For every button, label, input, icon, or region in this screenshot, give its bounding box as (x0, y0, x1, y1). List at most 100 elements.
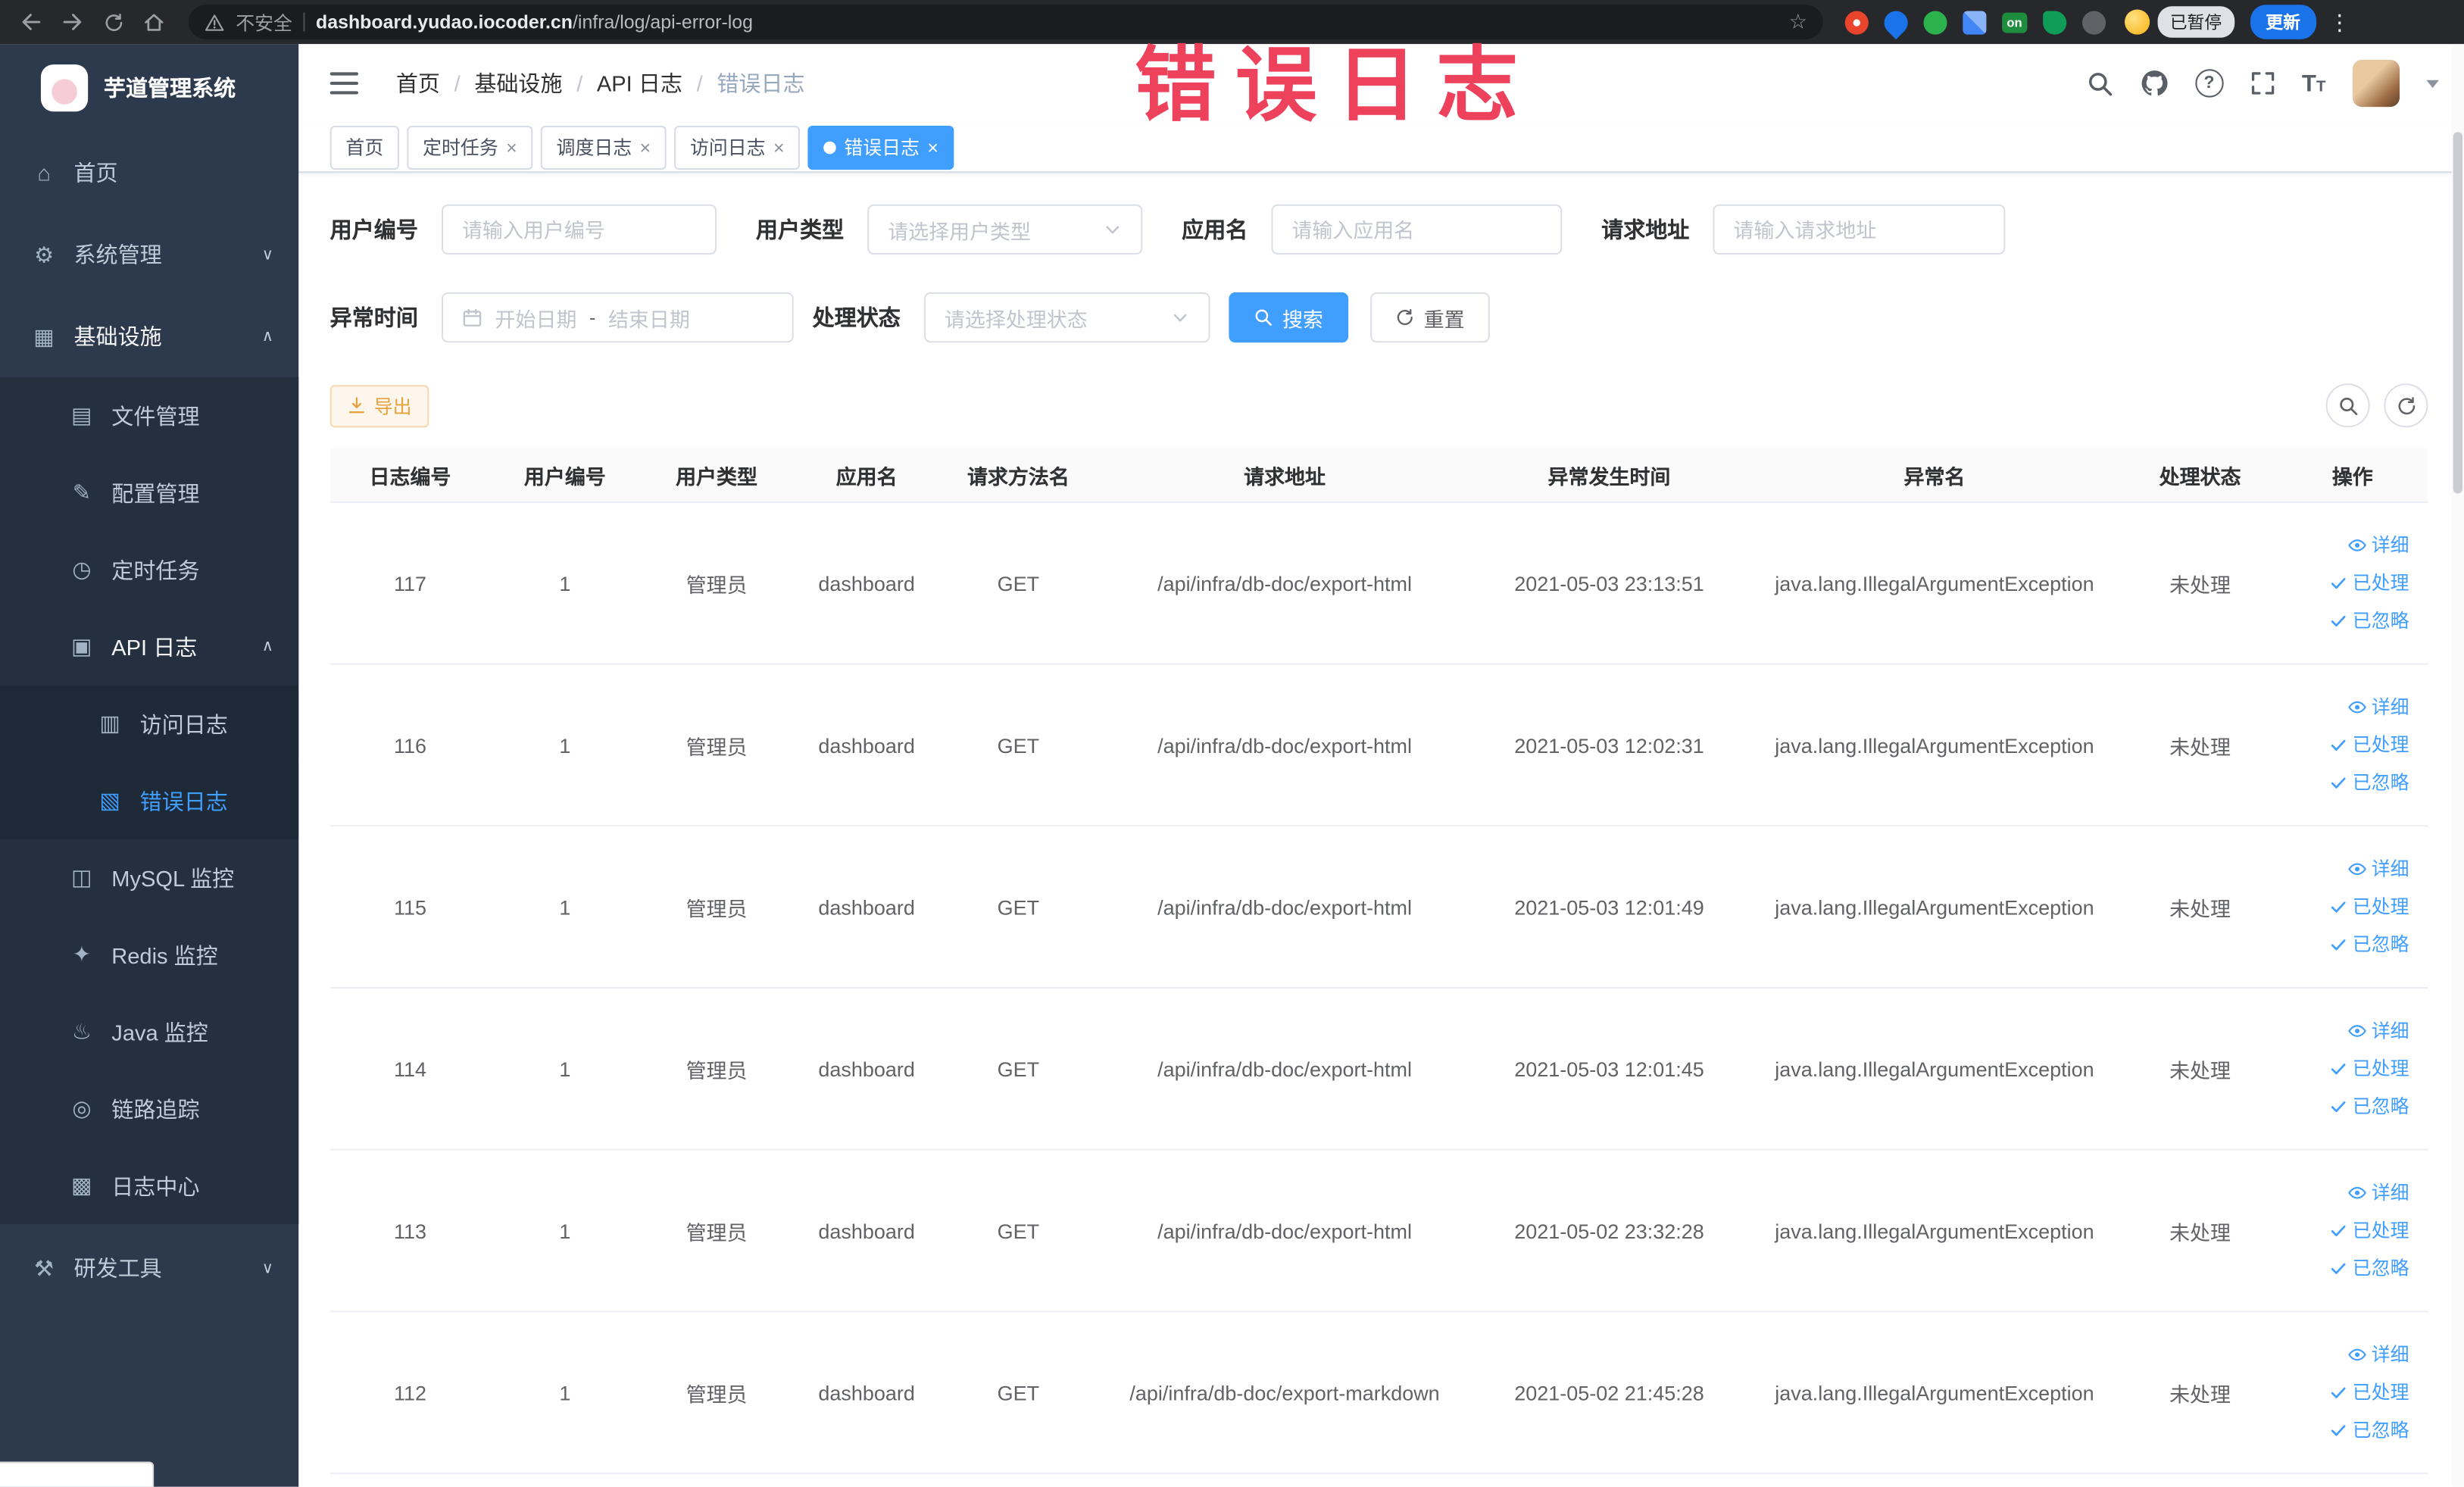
detail-link[interactable]: 详细 (2348, 851, 2409, 886)
process-status-select[interactable]: 请选择处理状态 (923, 292, 1210, 343)
exception-time-label: 异常时间 (329, 305, 418, 330)
user-id-input[interactable] (441, 204, 717, 255)
toggle-search-button[interactable] (2325, 383, 2370, 428)
user-type-select[interactable]: 请选择用户类型 (867, 204, 1143, 255)
tab-scheduled-tasks[interactable]: 定时任务 × (407, 124, 533, 170)
ignored-link[interactable]: 已忽略 (2329, 604, 2409, 639)
sidebar-item-redis-monitor[interactable]: ✦ Redis 监控 (0, 916, 299, 994)
refresh-button[interactable] (2384, 383, 2428, 428)
request-url-input[interactable] (1713, 204, 2006, 255)
extension-icon[interactable] (1923, 10, 1947, 34)
processed-link[interactable]: 已处理 (2329, 728, 2409, 763)
breadcrumb-separator: / (454, 70, 461, 96)
scrollbar-thumb[interactable] (2453, 132, 2463, 494)
caret-down-icon[interactable] (2426, 79, 2439, 88)
processed-link[interactable]: 已处理 (2329, 1214, 2409, 1248)
hamburger-icon[interactable] (329, 72, 359, 95)
search-icon[interactable] (2087, 70, 2113, 96)
tab-home[interactable]: 首页 (329, 124, 400, 170)
eye-icon (2348, 1183, 2367, 1202)
breadcrumb-home[interactable]: 首页 (396, 67, 440, 98)
font-size-icon[interactable]: TT (2302, 71, 2326, 95)
sidebar-item-infrastructure[interactable]: ▦ 基础设施 ∧ (0, 295, 298, 377)
date-range-picker[interactable]: 开始日期 - 结束日期 (441, 292, 794, 343)
page-scrollbar[interactable] (2451, 44, 2464, 1487)
address-bar[interactable]: 不安全 dashboard.yudao.iocoder.cn/infra/log… (188, 5, 1823, 39)
forward-button[interactable] (54, 3, 92, 41)
processed-link[interactable]: 已处理 (2329, 889, 2409, 924)
chevron-up-icon: ∧ (261, 327, 273, 345)
export-button[interactable]: 导出 (329, 384, 429, 427)
sidebar-item-config-management[interactable]: ✎ 配置管理 (0, 454, 299, 532)
breadcrumb-infrastructure[interactable]: 基础设施 (474, 67, 562, 98)
sidebar-item-api-log[interactable]: ▣ API 日志 ∧ (0, 608, 299, 686)
ignored-link[interactable]: 已忽略 (2329, 1413, 2409, 1448)
back-button[interactable] (13, 3, 51, 41)
processed-link[interactable]: 已处理 (2329, 566, 2409, 601)
browser-menu-icon[interactable]: ⋮ (2328, 8, 2350, 35)
app-logo[interactable]: 芋道管理系统 (0, 44, 298, 132)
check-icon (2329, 736, 2348, 754)
app-name-input[interactable] (1271, 204, 1563, 255)
tab-access-log[interactable]: 访问日志 × (674, 124, 801, 170)
extension-icon[interactable] (1879, 5, 1913, 39)
breadcrumb-api-log[interactable]: API 日志 (597, 67, 682, 98)
close-icon[interactable]: × (640, 136, 651, 158)
detail-link[interactable]: 详细 (2348, 1014, 2409, 1048)
java-icon: ♨ (71, 1018, 92, 1044)
avatar[interactable] (2352, 59, 2400, 108)
extension-icon[interactable] (1963, 10, 1987, 34)
detail-link[interactable]: 详细 (2348, 528, 2409, 563)
sidebar-item-link-tracing[interactable]: ◎ 链路追踪 (0, 1070, 299, 1148)
chevron-down-icon (1171, 308, 1190, 327)
table-row: 117 1 管理员 dashboard GET /api/infra/db-do… (329, 503, 2428, 665)
github-icon[interactable] (2140, 69, 2168, 97)
reload-button[interactable] (94, 3, 132, 41)
reset-button[interactable]: 重置 (1370, 292, 1490, 343)
processed-link[interactable]: 已处理 (2329, 1051, 2409, 1086)
search-button[interactable]: 搜索 (1229, 292, 1349, 343)
help-icon[interactable]: ? (2194, 69, 2224, 98)
fullscreen-icon[interactable] (2250, 70, 2275, 95)
access-log-icon: ▥ (99, 710, 120, 736)
sidebar-item-home[interactable]: ⌂ 首页 (0, 132, 298, 214)
check-icon (2329, 573, 2348, 592)
extension-icon[interactable] (1844, 10, 1869, 34)
extension-icon[interactable] (2042, 10, 2066, 34)
api-log-icon: ▣ (71, 633, 92, 659)
tab-error-log[interactable]: 错误日志 × (807, 124, 954, 170)
download-icon (348, 396, 367, 415)
sidebar-item-mysql-monitor[interactable]: ◫ MySQL 监控 (0, 839, 299, 917)
close-icon[interactable]: × (506, 136, 517, 158)
sidebar-item-log-center[interactable]: ▩ 日志中心 (0, 1147, 299, 1225)
sidebar-item-access-log[interactable]: ▥ 访问日志 (0, 685, 299, 763)
link-preview-bubble (0, 1461, 155, 1487)
detail-link[interactable]: 详细 (2348, 1338, 2409, 1373)
sidebar-item-scheduled-tasks[interactable]: ◷ 定时任务 (0, 531, 299, 608)
sidebar-item-java-monitor[interactable]: ♨ Java 监控 (0, 993, 299, 1070)
ignored-link[interactable]: 已忽略 (2329, 765, 2409, 800)
sidebar-item-file-management[interactable]: ▤ 文件管理 (0, 376, 299, 455)
column-header: 应用名 (835, 464, 898, 489)
bookmark-star-icon[interactable]: ☆ (1789, 9, 1807, 34)
extension-puzzle-icon[interactable] (2081, 10, 2106, 34)
detail-link[interactable]: 详细 (2348, 690, 2409, 725)
check-icon (2329, 898, 2348, 917)
ignored-link[interactable]: 已忽略 (2329, 927, 2409, 962)
browser-home-button[interactable] (135, 3, 173, 41)
profile-chip[interactable]: 已暂停 (2124, 6, 2234, 38)
extension-on-badge-icon[interactable]: on (2002, 11, 2027, 33)
close-icon[interactable]: × (773, 136, 785, 158)
close-icon[interactable]: × (927, 136, 938, 158)
ignored-link[interactable]: 已忽略 (2329, 1251, 2409, 1286)
chrome-update-button[interactable]: 更新 (2250, 5, 2316, 39)
column-header: 日志编号 (369, 464, 451, 489)
tab-dispatch-log[interactable]: 调度日志 × (540, 124, 667, 170)
top-header: 首页 / 基础设施 / API 日志 / 错误日志 ? TT (298, 44, 2464, 123)
sidebar-item-dev-tools[interactable]: ⚒ 研发工具 ∨ (0, 1227, 298, 1309)
detail-link[interactable]: 详细 (2348, 1176, 2409, 1211)
ignored-link[interactable]: 已忽略 (2329, 1089, 2409, 1124)
processed-link[interactable]: 已处理 (2329, 1375, 2409, 1410)
sidebar-item-system-management[interactable]: ⚙ 系统管理 ∨ (0, 214, 298, 295)
sidebar-item-error-log[interactable]: ▧ 错误日志 (0, 762, 299, 839)
